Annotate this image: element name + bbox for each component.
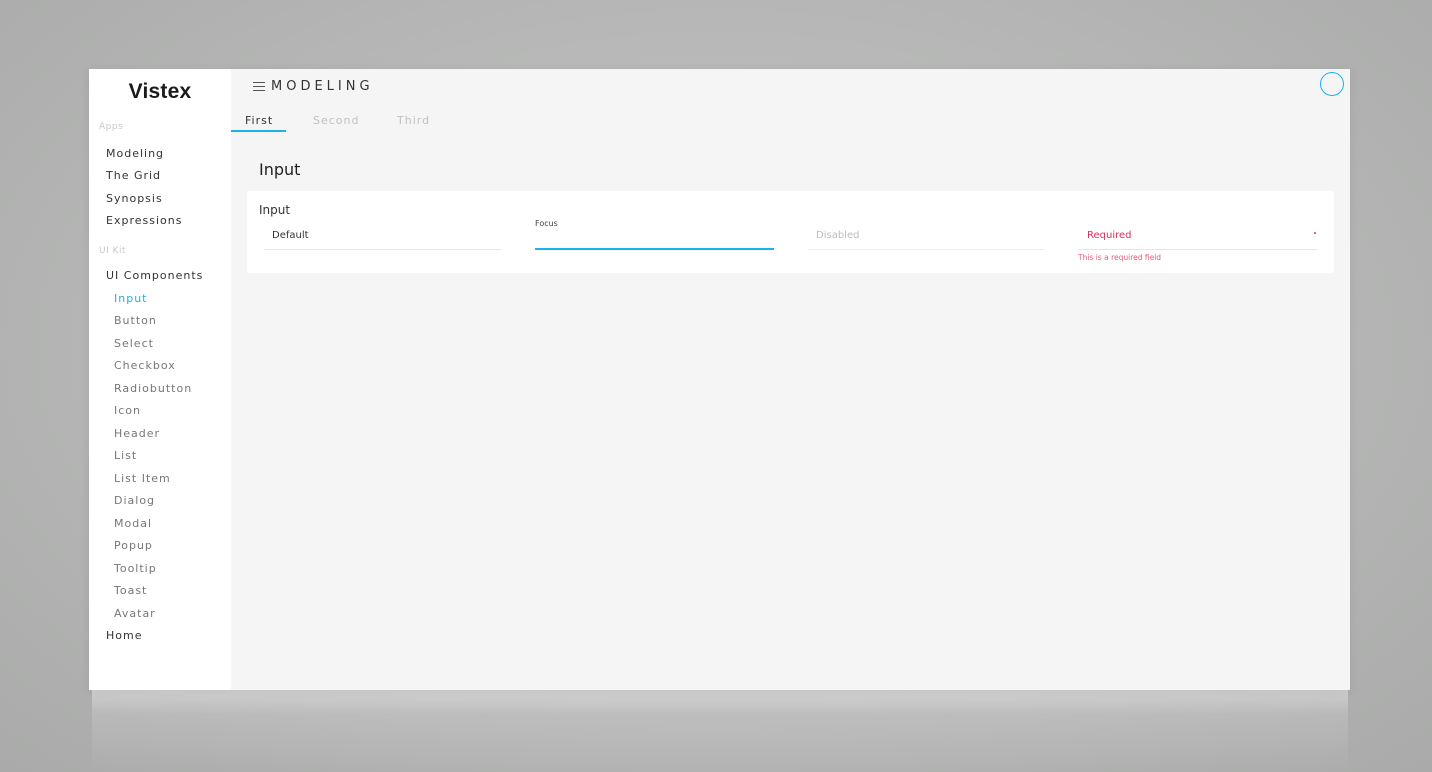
required-input-underline: [1078, 249, 1318, 250]
sidebar-item-home[interactable]: Home: [106, 629, 142, 642]
hamburger-menu-icon[interactable]: [253, 82, 265, 92]
focus-input[interactable]: Focus: [535, 217, 774, 250]
sidebar-subitem-avatar[interactable]: Avatar: [114, 607, 156, 620]
sidebar-item-expressions[interactable]: Expressions: [106, 214, 182, 227]
required-input-value: Required: [1087, 230, 1132, 241]
sidebar-subitem-button[interactable]: Button: [114, 314, 157, 327]
sidebar-subitem-list[interactable]: List: [114, 449, 137, 462]
sidebar-subitem-input[interactable]: Input: [114, 292, 147, 305]
sidebar-subitem-tooltip[interactable]: Tooltip: [114, 562, 157, 575]
sidebar-subitem-header[interactable]: Header: [114, 427, 160, 440]
floor-reflection: [92, 690, 1348, 772]
logo: Vistex: [128, 80, 192, 103]
sidebar-item-synopsis[interactable]: Synopsis: [106, 192, 163, 205]
sidebar-item-the-grid[interactable]: The Grid: [106, 169, 161, 182]
sidebar-subitem-checkbox[interactable]: Checkbox: [114, 359, 176, 372]
sidebar-subitem-toast[interactable]: Toast: [114, 584, 147, 597]
card-title: Input: [259, 203, 291, 217]
sidebar-subitem-dialog[interactable]: Dialog: [114, 494, 155, 507]
sidebar-subitem-popup[interactable]: Popup: [114, 539, 153, 552]
sidebar-subitem-modal[interactable]: Modal: [114, 517, 152, 530]
default-input-value: Default: [272, 230, 309, 241]
page-title: Input: [259, 160, 301, 179]
disabled-input: Disabled: [808, 225, 1045, 250]
sidebar-subitem-icon[interactable]: Icon: [114, 404, 141, 417]
focus-input-label: Focus: [535, 219, 558, 228]
tab-first[interactable]: First: [245, 114, 273, 127]
avatar-circle-icon[interactable]: [1320, 72, 1344, 96]
sidebar-item-ui-components[interactable]: UI Components: [106, 269, 203, 282]
sidebar-section-ui-kit: UI Kit: [99, 246, 127, 256]
required-indicator-icon: [1314, 232, 1316, 234]
tab-third[interactable]: Third: [397, 114, 430, 127]
sidebar-section-apps: Apps: [99, 122, 124, 132]
required-error-message: This is a required field: [1078, 253, 1162, 262]
focus-input-underline: [535, 248, 774, 250]
tab-second[interactable]: Second: [313, 114, 359, 127]
default-input-underline: [264, 249, 502, 250]
required-input[interactable]: Required This is a required field: [1078, 225, 1318, 267]
disabled-input-underline: [808, 249, 1045, 250]
sidebar-subitem-select[interactable]: Select: [114, 337, 154, 350]
active-tab-indicator: [231, 130, 286, 132]
app-title: MODELING: [271, 79, 374, 94]
sidebar: Vistex Apps Modeling The Grid Synopsis E…: [89, 69, 231, 690]
sidebar-item-modeling[interactable]: Modeling: [106, 147, 164, 160]
sidebar-subitem-radiobutton[interactable]: Radiobutton: [114, 382, 192, 395]
sidebar-subitem-list-item[interactable]: List Item: [114, 472, 171, 485]
input-demo-card: Input Default Focus Disabled Required Th…: [247, 191, 1334, 273]
app-window: Vistex Apps Modeling The Grid Synopsis E…: [89, 69, 1350, 690]
disabled-input-value: Disabled: [816, 230, 860, 241]
default-input[interactable]: Default: [264, 225, 502, 250]
